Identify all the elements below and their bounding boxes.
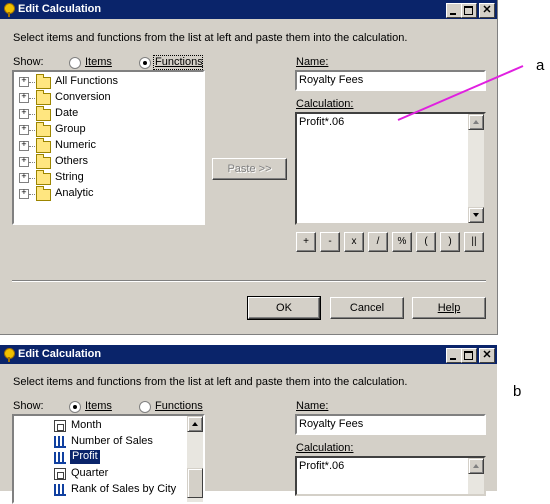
ok-button[interactable]: OK (247, 296, 321, 320)
scroll-down-arrow-icon[interactable] (468, 207, 484, 223)
operator-minus-button[interactable]: - (320, 232, 340, 252)
tree-item-label: String (55, 171, 84, 183)
paste-button[interactable]: Paste >> (212, 158, 287, 180)
annotation-label-a: a (536, 57, 545, 74)
instructions-text: Select items and functions from the list… (13, 376, 408, 388)
cancel-button[interactable]: Cancel (330, 297, 404, 319)
folder-icon (36, 186, 51, 201)
name-field[interactable]: Royalty Fees (295, 414, 486, 435)
list-item-label: Profit (70, 450, 100, 464)
list-item-label: Number of Sales (71, 435, 153, 447)
expand-icon[interactable]: + (19, 189, 29, 199)
tree-item-label: Numeric (55, 139, 96, 151)
close-button[interactable]: ✕ (479, 348, 495, 363)
maximize-button[interactable] (461, 348, 477, 363)
calculation-label: Calculation: (296, 442, 354, 454)
operator-concat-button[interactable]: || (464, 232, 484, 252)
functions-radio-label[interactable]: Functions (155, 400, 203, 412)
items-radio[interactable] (69, 401, 81, 413)
list-item-label: Month (71, 419, 102, 431)
expand-icon[interactable]: + (19, 141, 29, 151)
help-button[interactable]: Help (412, 297, 486, 319)
list-item-label: Quarter (71, 467, 109, 479)
folder-icon (36, 138, 51, 153)
operator-open-paren-button[interactable]: ( (416, 232, 436, 252)
show-label: Show: (13, 400, 44, 412)
numeric-item-icon (54, 452, 66, 464)
name-field-value: Royalty Fees (299, 418, 364, 430)
separator (12, 280, 486, 282)
minimize-button[interactable] (446, 348, 462, 363)
numeric-item-icon (54, 436, 66, 448)
name-label: Name: (296, 400, 329, 412)
dimension-icon (54, 420, 66, 432)
items-radio-label[interactable]: Items (85, 400, 112, 412)
scroll-thumb[interactable] (187, 468, 203, 498)
operator-percent-button[interactable]: % (392, 232, 412, 252)
calculation-field[interactable]: Profit*.06 (295, 456, 486, 496)
folder-icon (36, 154, 51, 169)
items-scrollbar[interactable] (187, 416, 203, 502)
dialog-title: Edit Calculation (18, 348, 102, 360)
numeric-item-icon (54, 484, 66, 496)
functions-radio[interactable] (139, 401, 151, 413)
list-item-label: Rank of Sales by City (71, 483, 177, 495)
operator-multiply-button[interactable]: x (344, 232, 364, 252)
expand-icon[interactable]: + (19, 157, 29, 167)
tree-item-label: Analytic (55, 187, 94, 199)
annotation-label-b: b (513, 383, 522, 400)
calculation-scrollbar[interactable] (468, 458, 484, 494)
calculation-field-value: Profit*.06 (299, 460, 345, 472)
edit-calculation-dialog-b: Edit Calculation ✕ Select items and func… (0, 345, 497, 504)
calculation-icon (4, 348, 15, 362)
annotation-pointer-line (397, 65, 524, 121)
scroll-up-arrow-icon[interactable] (187, 416, 203, 432)
tree-item-label: Others (55, 155, 89, 167)
operator-close-paren-button[interactable]: ) (440, 232, 460, 252)
calculation-scrollbar[interactable] (468, 114, 484, 223)
title-bar: Edit Calculation ✕ (0, 345, 497, 364)
scroll-up-arrow-icon[interactable] (468, 458, 484, 474)
operator-divide-button[interactable]: / (368, 232, 388, 252)
dimension-icon (54, 468, 66, 480)
expand-icon[interactable]: + (19, 173, 29, 183)
folder-icon (36, 170, 51, 185)
operator-plus-button[interactable]: + (296, 232, 316, 252)
